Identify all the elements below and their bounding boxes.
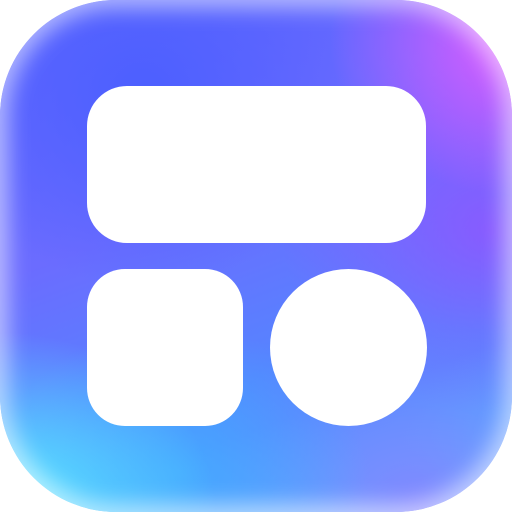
wide-rectangle-widget-shape — [87, 86, 426, 243]
circle-widget-shape — [270, 269, 427, 426]
rounded-square-widget-shape — [87, 269, 243, 426]
widget-layout-app-icon[interactable] — [0, 0, 512, 512]
